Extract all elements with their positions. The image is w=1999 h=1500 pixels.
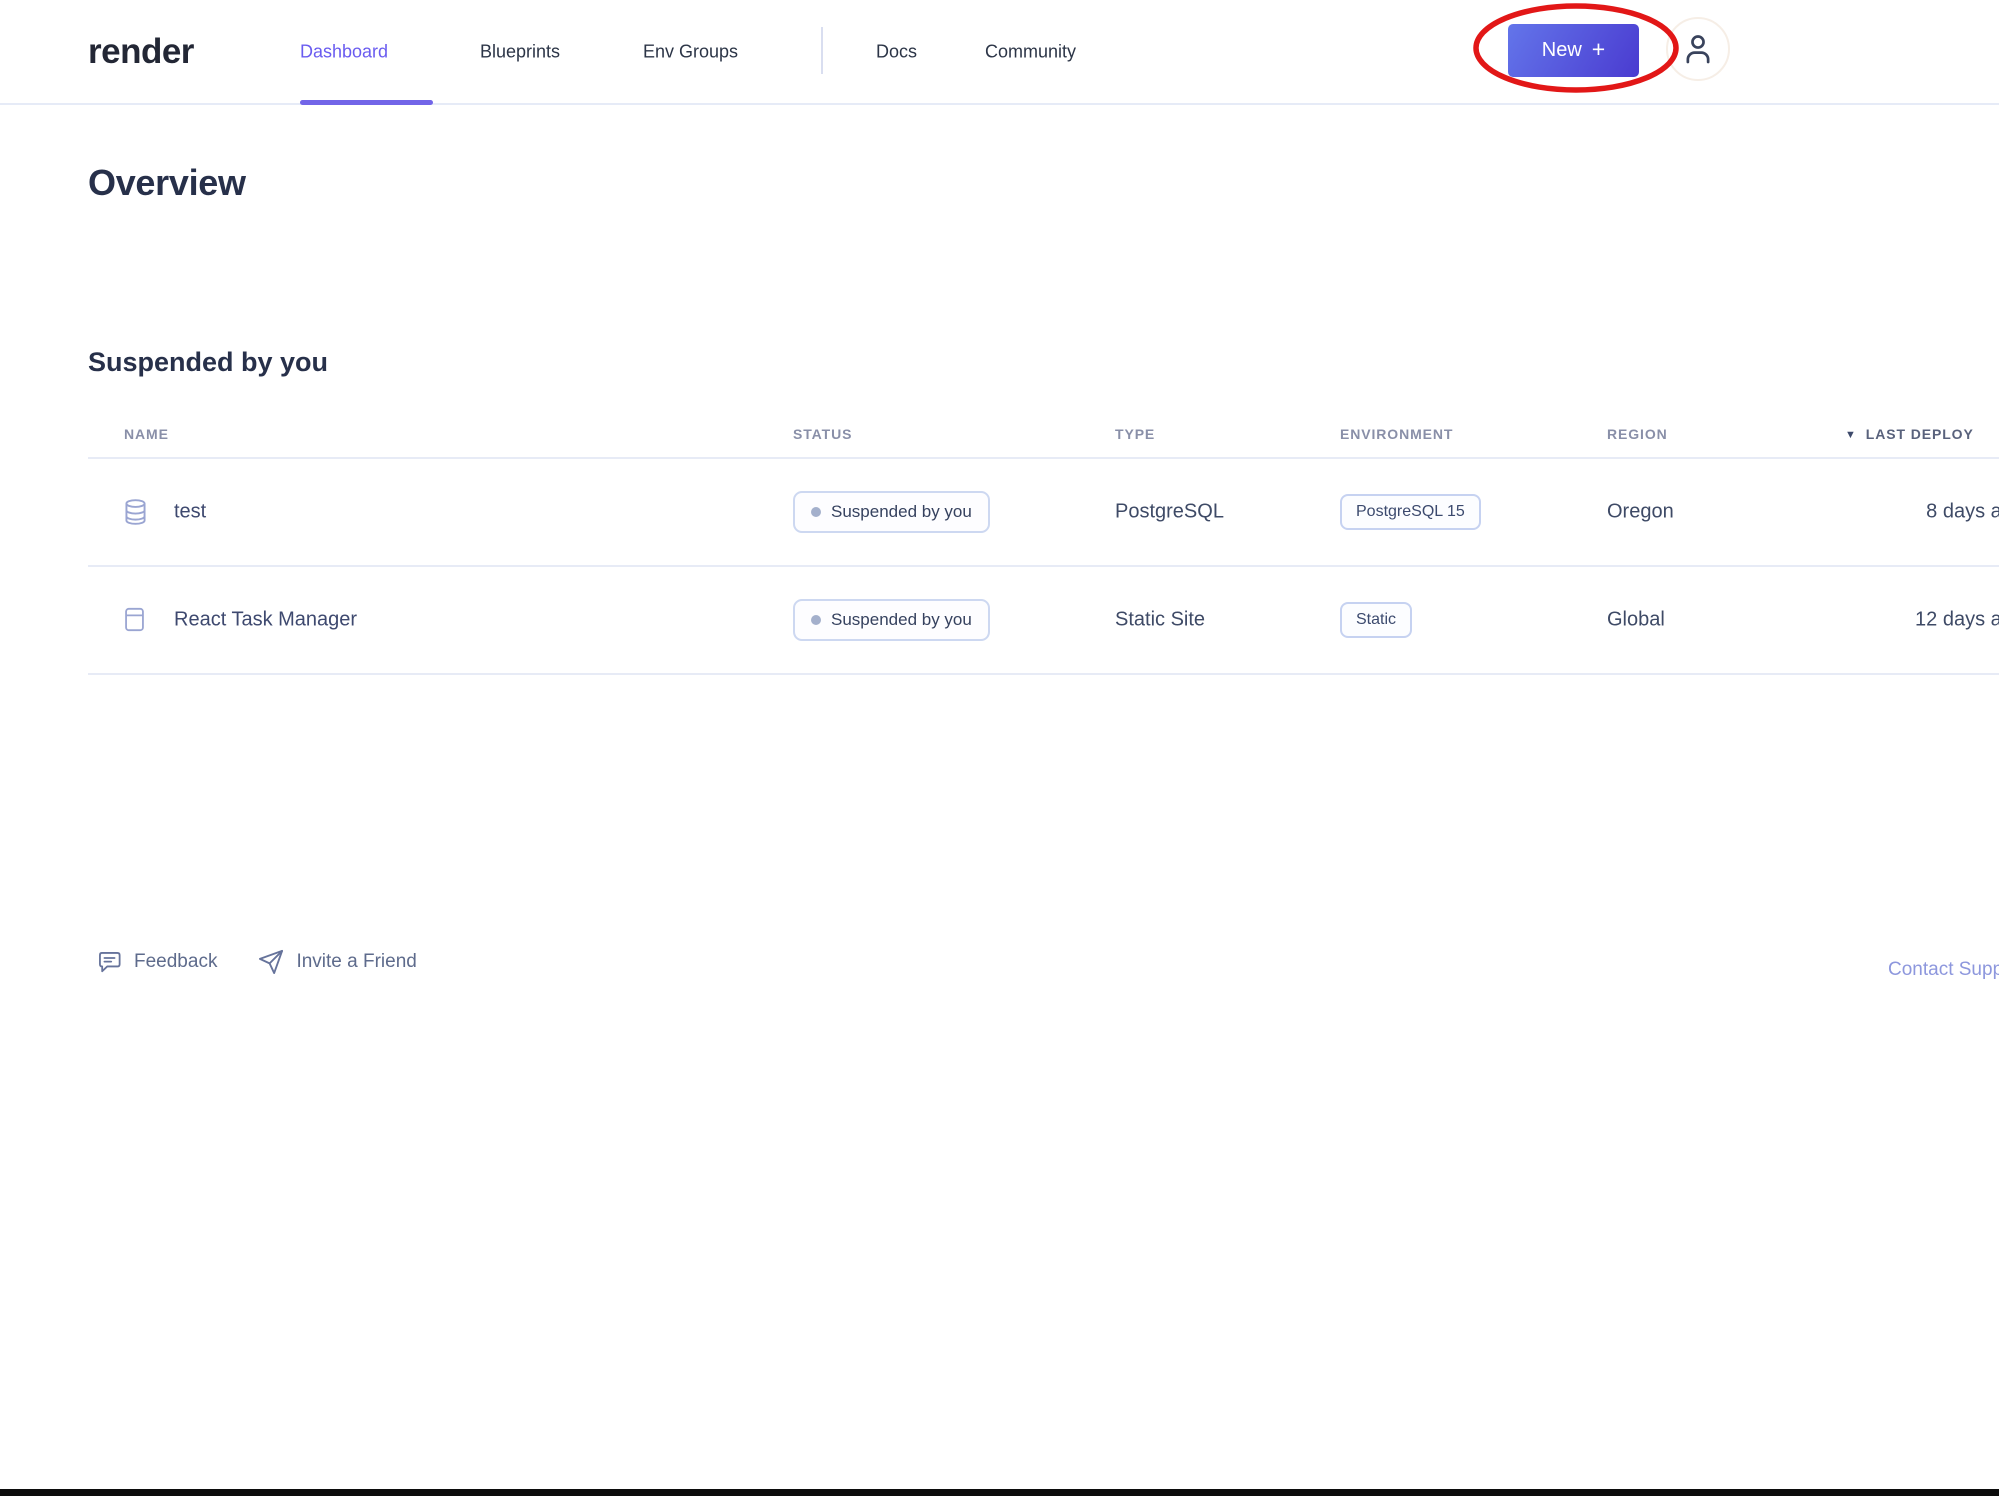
top-nav: render Dashboard Blueprints Env Groups D… — [0, 0, 1999, 105]
nav-divider — [821, 27, 823, 74]
speech-bubble-icon — [96, 949, 123, 976]
bottom-window-edge — [0, 1489, 1999, 1496]
environment-badge: PostgreSQL 15 — [1340, 494, 1481, 530]
footer-links: Feedback Invite a Friend — [96, 948, 417, 976]
service-type: PostgreSQL — [1115, 501, 1224, 524]
nav-item-docs[interactable]: Docs — [876, 41, 917, 62]
render-dashboard-page: render Dashboard Blueprints Env Groups D… — [0, 0, 1999, 1500]
service-type: Static Site — [1115, 609, 1205, 632]
invite-friend-link[interactable]: Invite a Friend — [257, 948, 416, 976]
column-header-environment: ENVIRONMENT — [1340, 426, 1453, 442]
sort-desc-icon: ▼ — [1845, 429, 1857, 441]
column-header-last-deploy[interactable]: ▼LAST DEPLOY — [1845, 426, 1974, 442]
service-region: Oregon — [1607, 501, 1674, 524]
nav-item-dashboard[interactable]: Dashboard — [300, 41, 388, 62]
feedback-link[interactable]: Feedback — [96, 949, 217, 976]
paper-plane-icon — [257, 948, 285, 976]
service-region: Global — [1607, 609, 1665, 632]
nav-item-env-groups[interactable]: Env Groups — [643, 41, 738, 62]
contact-support-link[interactable]: Contact Support — [1888, 959, 1999, 981]
status-dot-icon — [811, 615, 821, 625]
render-logo: render — [88, 32, 194, 72]
table-row[interactable]: test Suspended by you PostgreSQL Postgre… — [88, 459, 1999, 567]
database-icon — [121, 496, 150, 528]
new-button[interactable]: New + — [1508, 24, 1639, 77]
column-header-status: STATUS — [793, 426, 852, 442]
plus-icon: + — [1592, 36, 1605, 63]
status-badge: Suspended by you — [793, 491, 990, 533]
page-title: Overview — [88, 162, 246, 204]
service-name-link[interactable]: React Task Manager — [174, 609, 357, 632]
column-header-region: REGION — [1607, 426, 1668, 442]
last-deploy-value: 12 days ago — [1748, 609, 1999, 632]
nav-item-community[interactable]: Community — [985, 41, 1076, 62]
environment-badge: Static — [1340, 602, 1412, 638]
status-dot-icon — [811, 507, 821, 517]
services-table: NAME STATUS TYPE ENVIRONMENT REGION ▼LAS… — [88, 420, 1999, 675]
service-name-link[interactable]: test — [174, 501, 206, 524]
section-title: Suspended by you — [88, 347, 328, 378]
nav-item-blueprints[interactable]: Blueprints — [480, 41, 560, 62]
table-header-row: NAME STATUS TYPE ENVIRONMENT REGION ▼LAS… — [88, 420, 1999, 459]
user-avatar-icon — [1679, 30, 1717, 68]
last-deploy-value: 8 days ago — [1748, 501, 1999, 524]
user-avatar[interactable] — [1666, 17, 1730, 81]
column-header-name: NAME — [124, 426, 169, 442]
column-header-type: TYPE — [1115, 426, 1155, 442]
new-button-label: New — [1542, 39, 1582, 62]
table-row[interactable]: React Task Manager Suspended by you Stat… — [88, 567, 1999, 675]
active-tab-underline — [300, 100, 433, 105]
status-badge: Suspended by you — [793, 599, 990, 641]
static-site-icon — [121, 604, 148, 636]
